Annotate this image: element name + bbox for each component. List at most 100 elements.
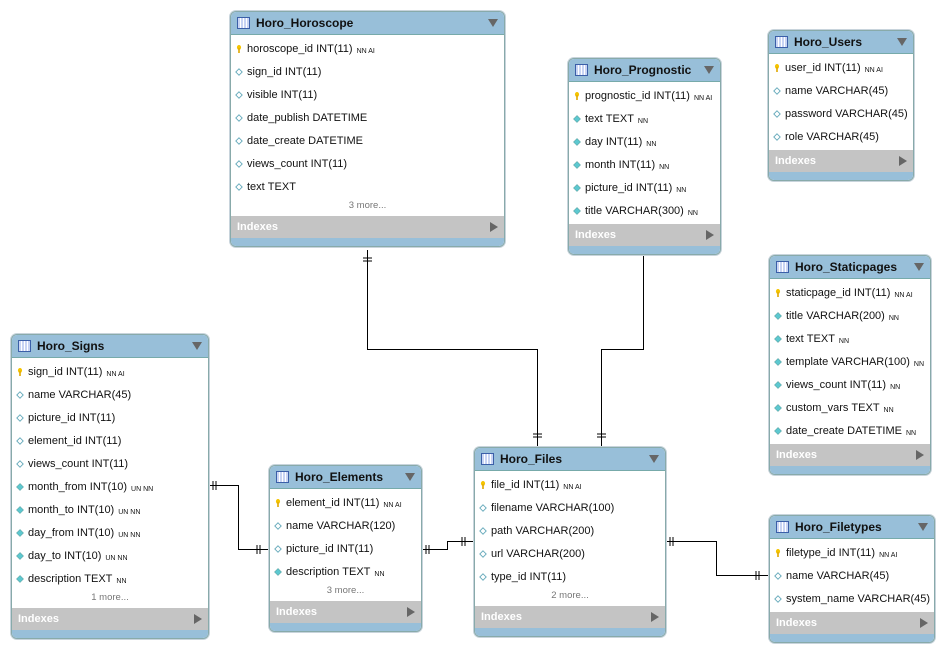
column-type: INT(10) bbox=[76, 526, 115, 539]
collapse-toggle-icon[interactable] bbox=[897, 38, 907, 46]
column-row[interactable]: role VARCHAR(45) bbox=[769, 125, 913, 148]
column-row[interactable]: date_create DATETIME bbox=[231, 129, 504, 152]
indexes-section[interactable]: Indexes bbox=[270, 601, 421, 623]
column-row[interactable]: date_create DATETIME NN bbox=[770, 419, 930, 442]
column-row[interactable]: horoscope_id INT(11) NN AI bbox=[231, 37, 504, 60]
more-columns-link[interactable]: 3 more... bbox=[231, 198, 504, 216]
column-row[interactable]: month_from INT(10) UN NN bbox=[12, 475, 208, 498]
column-row[interactable]: filename VARCHAR(100) bbox=[475, 496, 665, 519]
more-columns-link[interactable]: 3 more... bbox=[270, 583, 421, 601]
column-row[interactable]: sign_id INT(11) NN AI bbox=[12, 360, 208, 383]
table-header[interactable]: Horo_Filetypes bbox=[770, 516, 934, 539]
column-row[interactable]: text TEXT bbox=[231, 175, 504, 198]
column-row[interactable]: url VARCHAR(200) bbox=[475, 542, 665, 565]
indexes-section[interactable]: Indexes bbox=[475, 606, 665, 628]
expand-arrow-icon[interactable] bbox=[407, 607, 415, 617]
not-null-column-icon bbox=[573, 160, 581, 169]
column-row[interactable]: description TEXT NN bbox=[270, 560, 421, 583]
expand-arrow-icon[interactable] bbox=[899, 156, 907, 166]
column-name: filetype_id bbox=[786, 546, 836, 559]
column-type: INT(11) bbox=[78, 411, 116, 424]
table-header[interactable]: Horo_Files bbox=[475, 448, 665, 471]
expand-arrow-icon[interactable] bbox=[920, 618, 928, 628]
column-row[interactable]: day INT(11) NN bbox=[569, 130, 720, 153]
more-columns-link[interactable]: 2 more... bbox=[475, 588, 665, 606]
column-row[interactable]: staticpage_id INT(11) NN AI bbox=[770, 281, 930, 304]
table-footer bbox=[569, 246, 720, 254]
table-horoscope[interactable]: Horo_Horoscope horoscope_id INT(11) NN A… bbox=[230, 11, 505, 247]
collapse-toggle-icon[interactable] bbox=[704, 66, 714, 74]
table-header[interactable]: Horo_Elements bbox=[270, 466, 421, 489]
table-elements[interactable]: Horo_Elements element_id INT(11) NN AI n… bbox=[269, 465, 422, 632]
column-row[interactable]: day_from INT(10) UN NN bbox=[12, 521, 208, 544]
column-row[interactable]: type_id INT(11) bbox=[475, 565, 665, 588]
column-row[interactable]: template VARCHAR(100) NN bbox=[770, 350, 930, 373]
column-row[interactable]: views_count INT(11) NN bbox=[770, 373, 930, 396]
column-row[interactable]: picture_id INT(11) bbox=[270, 537, 421, 560]
column-row[interactable]: month_to INT(10) UN NN bbox=[12, 498, 208, 521]
column-row[interactable]: picture_id INT(11) bbox=[12, 406, 208, 429]
column-row[interactable]: title VARCHAR(200) NN bbox=[770, 304, 930, 327]
column-row[interactable]: date_publish DATETIME bbox=[231, 106, 504, 129]
column-name: title bbox=[786, 309, 804, 322]
expand-arrow-icon[interactable] bbox=[916, 450, 924, 460]
table-header[interactable]: Horo_Horoscope bbox=[231, 12, 504, 35]
collapse-toggle-icon[interactable] bbox=[914, 263, 924, 271]
column-row[interactable]: views_count INT(11) bbox=[231, 152, 504, 175]
column-row[interactable]: description TEXT NN bbox=[12, 567, 208, 590]
column-row[interactable]: element_id INT(11) bbox=[12, 429, 208, 452]
table-prognostic[interactable]: Horo_Prognostic prognostic_id INT(11) NN… bbox=[568, 58, 721, 255]
column-row[interactable]: month INT(11) NN bbox=[569, 153, 720, 176]
column-flags: NN bbox=[838, 338, 850, 345]
collapse-toggle-icon[interactable] bbox=[918, 523, 928, 531]
column-row[interactable]: prognostic_id INT(11) NN AI bbox=[569, 84, 720, 107]
column-row[interactable]: day_to INT(10) UN NN bbox=[12, 544, 208, 567]
column-row[interactable]: name VARCHAR(45) bbox=[769, 79, 913, 102]
column-row[interactable]: element_id INT(11) NN AI bbox=[270, 491, 421, 514]
column-row[interactable]: picture_id INT(11) NN bbox=[569, 176, 720, 199]
column-row[interactable]: visible INT(11) bbox=[231, 83, 504, 106]
indexes-section[interactable]: Indexes bbox=[770, 444, 930, 466]
column-row[interactable]: name VARCHAR(120) bbox=[270, 514, 421, 537]
column-row[interactable]: filetype_id INT(11) NN AI bbox=[770, 541, 934, 564]
column-row[interactable]: password VARCHAR(45) bbox=[769, 102, 913, 125]
column-type: TEXT bbox=[605, 112, 634, 125]
column-type: INT(11) bbox=[342, 496, 380, 509]
column-type: VARCHAR(200) bbox=[506, 547, 585, 560]
expand-arrow-icon[interactable] bbox=[194, 614, 202, 624]
indexes-section[interactable]: Indexes bbox=[769, 150, 913, 172]
table-header[interactable]: Horo_Users bbox=[769, 31, 913, 54]
column-row[interactable]: text TEXT NN bbox=[569, 107, 720, 130]
collapse-toggle-icon[interactable] bbox=[649, 455, 659, 463]
collapse-toggle-icon[interactable] bbox=[488, 19, 498, 27]
table-header[interactable]: Horo_Staticpages bbox=[770, 256, 930, 279]
indexes-section[interactable]: Indexes bbox=[770, 612, 934, 634]
table-files[interactable]: Horo_Files file_id INT(11) NN AI filenam… bbox=[474, 447, 666, 637]
column-row[interactable]: views_count INT(11) bbox=[12, 452, 208, 475]
column-row[interactable]: name VARCHAR(45) bbox=[12, 383, 208, 406]
table-header[interactable]: Horo_Signs bbox=[12, 335, 208, 358]
collapse-toggle-icon[interactable] bbox=[405, 473, 415, 481]
column-row[interactable]: custom_vars TEXT NN bbox=[770, 396, 930, 419]
column-row[interactable]: file_id INT(11) NN AI bbox=[475, 473, 665, 496]
expand-arrow-icon[interactable] bbox=[651, 612, 659, 622]
column-row[interactable]: text TEXT NN bbox=[770, 327, 930, 350]
table-signs[interactable]: Horo_Signs sign_id INT(11) NN AI name VA… bbox=[11, 334, 209, 639]
table-staticpages[interactable]: Horo_Staticpages staticpage_id INT(11) N… bbox=[769, 255, 931, 475]
expand-arrow-icon[interactable] bbox=[490, 222, 498, 232]
indexes-section[interactable]: Indexes bbox=[569, 224, 720, 246]
column-row[interactable]: user_id INT(11) NN AI bbox=[769, 56, 913, 79]
table-header[interactable]: Horo_Prognostic bbox=[569, 59, 720, 82]
collapse-toggle-icon[interactable] bbox=[192, 342, 202, 350]
column-row[interactable]: title VARCHAR(300) NN bbox=[569, 199, 720, 222]
expand-arrow-icon[interactable] bbox=[706, 230, 714, 240]
table-filetypes[interactable]: Horo_Filetypes filetype_id INT(11) NN AI… bbox=[769, 515, 935, 643]
column-row[interactable]: sign_id INT(11) bbox=[231, 60, 504, 83]
more-columns-link[interactable]: 1 more... bbox=[12, 590, 208, 608]
indexes-section[interactable]: Indexes bbox=[231, 216, 504, 238]
column-row[interactable]: system_name VARCHAR(45) bbox=[770, 587, 934, 610]
column-row[interactable]: path VARCHAR(200) bbox=[475, 519, 665, 542]
column-row[interactable]: name VARCHAR(45) bbox=[770, 564, 934, 587]
indexes-section[interactable]: Indexes bbox=[12, 608, 208, 630]
table-users[interactable]: Horo_Users user_id INT(11) NN AI name VA… bbox=[768, 30, 914, 181]
